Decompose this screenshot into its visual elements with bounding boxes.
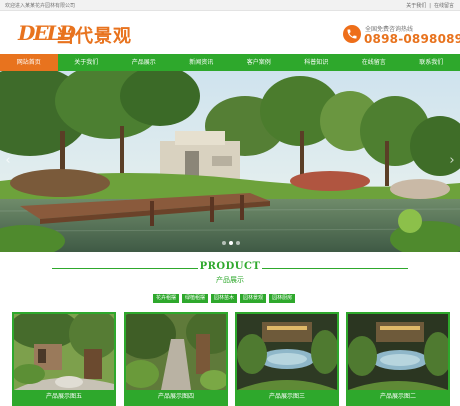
banner-pagination xyxy=(222,241,240,246)
hotline: 全国免费咨询热线 0898-08980898 xyxy=(343,24,460,50)
logo-name: 当代景观 xyxy=(56,26,132,47)
nav-item-contact[interactable]: 联系我们 xyxy=(403,54,460,71)
product-card[interactable]: 产品展示图二 xyxy=(346,312,450,406)
banner-image xyxy=(0,71,460,252)
site-logo[interactable]: DELD 当代景观 xyxy=(18,19,148,49)
top-links: 关于我们 | 在线留言 xyxy=(406,2,454,9)
product-image xyxy=(348,314,448,390)
top-bar: 欢迎进入某某花卉园林有限公司 关于我们 | 在线留言 xyxy=(0,0,460,11)
banner-prev-arrow[interactable]: ‹ xyxy=(3,153,13,169)
message-link[interactable]: 在线留言 xyxy=(434,3,454,9)
product-caption: 产品展示图四 xyxy=(157,393,194,400)
category-landscape[interactable]: 园林景观 xyxy=(240,294,267,303)
product-image xyxy=(237,314,337,390)
product-image xyxy=(126,314,226,390)
nav-item-message[interactable]: 在线留言 xyxy=(345,54,403,71)
nav-item-cases[interactable]: 客户案例 xyxy=(230,54,288,71)
product-caption: 产品展示图二 xyxy=(379,393,416,400)
product-caption: 产品展示图三 xyxy=(268,393,305,400)
hero-banner[interactable]: ‹ › xyxy=(0,71,460,252)
hotline-number: 0898-08980898 xyxy=(364,32,460,46)
nav-item-science[interactable]: 科普知识 xyxy=(288,54,346,71)
main-nav: 网站首页 关于我们 产品展示 新闻资讯 客户案例 科普知识 在线留言 联系我们 xyxy=(0,54,460,71)
product-card[interactable]: 产品展示图三 xyxy=(235,312,339,406)
section-title-cn: 产品展示 xyxy=(216,276,244,284)
banner-dot[interactable] xyxy=(236,241,240,245)
product-image xyxy=(14,314,114,390)
banner-dot[interactable] xyxy=(222,241,226,245)
product-caption: 产品展示图五 xyxy=(45,393,82,400)
link-divider: | xyxy=(429,3,431,9)
site-header: DELD 当代景观 全国免费咨询热线 0898-08980898 xyxy=(0,11,460,54)
category-nursery[interactable]: 园林苗木 xyxy=(211,294,238,303)
nav-item-news[interactable]: 新闻资讯 xyxy=(173,54,231,71)
product-card[interactable]: 产品展示图五 xyxy=(12,312,116,406)
nav-item-home[interactable]: 网站首页 xyxy=(0,54,58,71)
category-green-plants[interactable]: 绿植租摆 xyxy=(182,294,209,303)
banner-next-arrow[interactable]: › xyxy=(447,153,457,169)
about-link[interactable]: 关于我们 xyxy=(406,3,426,9)
welcome-text: 欢迎进入某某花卉园林有限公司 xyxy=(5,3,76,9)
product-card[interactable]: 产品展示图四 xyxy=(124,312,228,406)
nav-item-products[interactable]: 产品展示 xyxy=(115,54,173,71)
section-title-en: PRODUCT xyxy=(199,261,261,272)
phone-icon xyxy=(343,25,361,43)
banner-dot-active[interactable] xyxy=(229,241,233,245)
nav-item-about[interactable]: 关于我们 xyxy=(58,54,116,71)
category-flowers[interactable]: 花卉租摆 xyxy=(153,294,180,303)
category-kitchen[interactable]: 园林厨房 xyxy=(269,294,296,303)
product-categories: 花卉租摆 绿植租摆 园林苗木 园林景观 园林厨房 xyxy=(153,294,296,303)
